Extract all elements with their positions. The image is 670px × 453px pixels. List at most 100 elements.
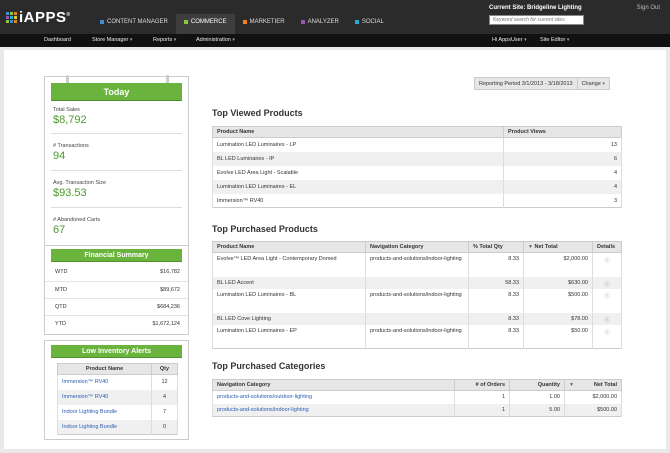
divider [51, 170, 182, 171]
details-icon[interactable]: Ⓘ [592, 324, 622, 349]
transactions-value: 94 [53, 150, 66, 162]
table-row: BL LED Cove Lighting 8.33 $78.00 Ⓘ [212, 312, 622, 325]
table-row: Lumination LED Luminaires - LP 13 [212, 137, 622, 152]
sign-out-link[interactable]: Sign Out [637, 5, 660, 11]
financial-summary-title: Financial Summary [51, 249, 182, 262]
inventory-product-link[interactable]: Immersion™ RV40 [62, 394, 108, 400]
low-inventory-panel: Low Inventory Alerts Product Name Qty Imm… [44, 340, 189, 440]
reporting-period: Reporting Period 3/1/2013 - 3/18/2013 Ch… [474, 77, 610, 90]
chevron-down-icon: ▾ [524, 37, 527, 43]
details-icon[interactable]: Ⓘ [592, 276, 622, 289]
top-bar: iAPPS® CONTENT MANAGER COMMERCE MARKETIE… [0, 0, 670, 34]
sort-arrow-icon: ▼ [528, 244, 533, 250]
site-search-input[interactable] [489, 15, 584, 25]
table-row: Lumination LED Luminaires - BL products-… [212, 288, 622, 313]
col-quantity: Quantity [509, 379, 565, 391]
table-row: products-and-solutions/indoor-lighting 1… [212, 403, 622, 417]
top-purchased-title: Top Purchased Products [212, 224, 318, 234]
avg-transaction-label: Avg. Transaction Size [53, 180, 107, 186]
product-nav-content-manager[interactable]: CONTENT MANAGER [92, 14, 176, 34]
abandoned-carts-label: # Abandoned Carts [53, 217, 101, 223]
col-navigation-category: Navigation Category [212, 379, 455, 391]
col-product-name: Product Name [57, 363, 152, 375]
financial-row: YTD $1,672,124 [45, 315, 188, 332]
abandoned-carts-value: 67 [53, 224, 66, 236]
inventory-product-link[interactable]: Indoor Lighting Bundle [62, 409, 117, 415]
category-link[interactable]: products-and-solutions/indoor-lighting [217, 407, 309, 413]
col-product-name: Product Name [212, 241, 366, 253]
chevron-down-icon: ▾ [566, 37, 570, 43]
main-content: Today Total Sales $8,792 # Transactions … [4, 50, 666, 449]
total-sales-label: Total Sales [53, 107, 80, 113]
avg-transaction-value: $93.53 [53, 187, 87, 199]
col-net-total[interactable]: ▼ Net Total [564, 379, 622, 391]
financial-summary-panel: Financial Summary WTD $16,782 MTD $89,672 … [44, 245, 189, 335]
sort-arrow-icon: ▼ [569, 382, 574, 388]
col-pct-total-qty: % Total Qty [468, 241, 524, 253]
table-row: Immersion™ RV40 4 [57, 389, 178, 405]
change-period-button[interactable]: Change ▾ [578, 78, 609, 89]
top-categories-table: Navigation Category # of Orders Quantity… [212, 379, 622, 417]
financial-row: QTD $684,236 [45, 298, 188, 315]
marketier-square-icon [242, 20, 247, 24]
financial-row: WTD $16,782 [55, 269, 180, 275]
divider [51, 133, 182, 134]
col-net-total[interactable]: ▼ Net Total [523, 241, 593, 253]
inventory-product-link[interactable]: Immersion™ RV40 [62, 379, 108, 385]
table-row: products-and-solutions/outdoor-lighting … [212, 390, 622, 404]
chevron-down-icon: ▾ [129, 37, 133, 43]
nav-dashboard[interactable]: Dashboard [44, 37, 71, 43]
col-details: Details [592, 241, 622, 253]
chevron-down-icon: ▾ [602, 81, 605, 87]
table-row: BL LED Luminaires - IP 6 [212, 151, 622, 166]
sub-nav: Dashboard Store Manager ▾ Reports ▾ Admi… [0, 34, 670, 47]
col-navigation-category: Navigation Category [365, 241, 469, 253]
user-menu[interactable]: Hi AppsUser ▾ [492, 37, 527, 43]
iapps-logo[interactable]: iAPPS® [6, 9, 71, 26]
top-categories-title: Top Purchased Categories [212, 361, 326, 371]
col-product-name: Product Name [212, 126, 504, 138]
social-square-icon [354, 20, 359, 24]
details-icon[interactable]: Ⓘ [592, 252, 622, 277]
nav-administration[interactable]: Administration ▾ [196, 37, 235, 43]
reporting-period-label: Reporting Period 3/1/2013 - 3/18/2013 [475, 78, 578, 89]
chevron-down-icon: ▾ [232, 37, 235, 43]
product-nav: CONTENT MANAGER COMMERCE MARKETIER ANALY… [92, 14, 392, 34]
total-sales-value: $8,792 [53, 114, 87, 126]
product-nav-commerce[interactable]: COMMERCE [175, 14, 235, 34]
commerce-square-icon [183, 20, 188, 24]
product-nav-analyzer[interactable]: ANALYZER [293, 14, 347, 34]
table-row: Immersion™ RV40 3 [212, 193, 622, 208]
financial-row: MTD $89,672 [45, 281, 188, 298]
transactions-label: # Transactions [53, 143, 89, 149]
content-manager-square-icon [100, 20, 104, 24]
details-icon[interactable]: Ⓘ [592, 288, 622, 313]
logo-text: iAPPS [19, 9, 67, 26]
site-editor-menu[interactable]: Site Editor ▾ [540, 37, 569, 43]
top-viewed-table: Product Name Product Views Lumination LED… [212, 126, 622, 208]
chevron-down-icon: ▾ [173, 37, 177, 43]
product-nav-social[interactable]: SOCIAL [347, 14, 392, 34]
table-row: Indoor Lighting Bundle 7 [57, 404, 178, 420]
table-row: Lumination LED Luminaires - EP products-… [212, 324, 622, 349]
nav-store-manager[interactable]: Store Manager ▾ [92, 37, 132, 43]
details-icon[interactable]: Ⓘ [592, 312, 622, 325]
low-inventory-title: Low Inventory Alerts [51, 345, 182, 358]
analyzer-square-icon [300, 20, 305, 24]
low-inventory-table: Product Name Qty Immersion™ RV40 12 Immers… [57, 363, 178, 435]
table-row: Immersion™ RV40 12 [57, 374, 178, 390]
category-link[interactable]: products-and-solutions/outdoor-lighting [217, 394, 312, 400]
table-row: Indoor Lighting Bundle 0 [57, 419, 178, 435]
table-row: Evolve™ LED Area Light - Contemporary Do… [212, 252, 622, 277]
col-qty: Qty [151, 363, 178, 375]
product-nav-marketier[interactable]: MARKETIER [235, 14, 293, 34]
inventory-product-link[interactable]: Indoor Lighting Bundle [62, 424, 117, 430]
divider [51, 207, 182, 208]
nav-reports[interactable]: Reports ▾ [153, 37, 176, 43]
table-row: Lumination LED Luminaires - EL 4 [212, 179, 622, 194]
logo-grid-icon [6, 12, 17, 23]
table-row: BL LED Accent 58.33 $630.00 Ⓘ [212, 276, 622, 289]
col-product-views: Product Views [503, 126, 622, 138]
col-orders: # of Orders [454, 379, 510, 391]
current-site-label: Current Site: Bridgeline Lighting [489, 5, 582, 11]
